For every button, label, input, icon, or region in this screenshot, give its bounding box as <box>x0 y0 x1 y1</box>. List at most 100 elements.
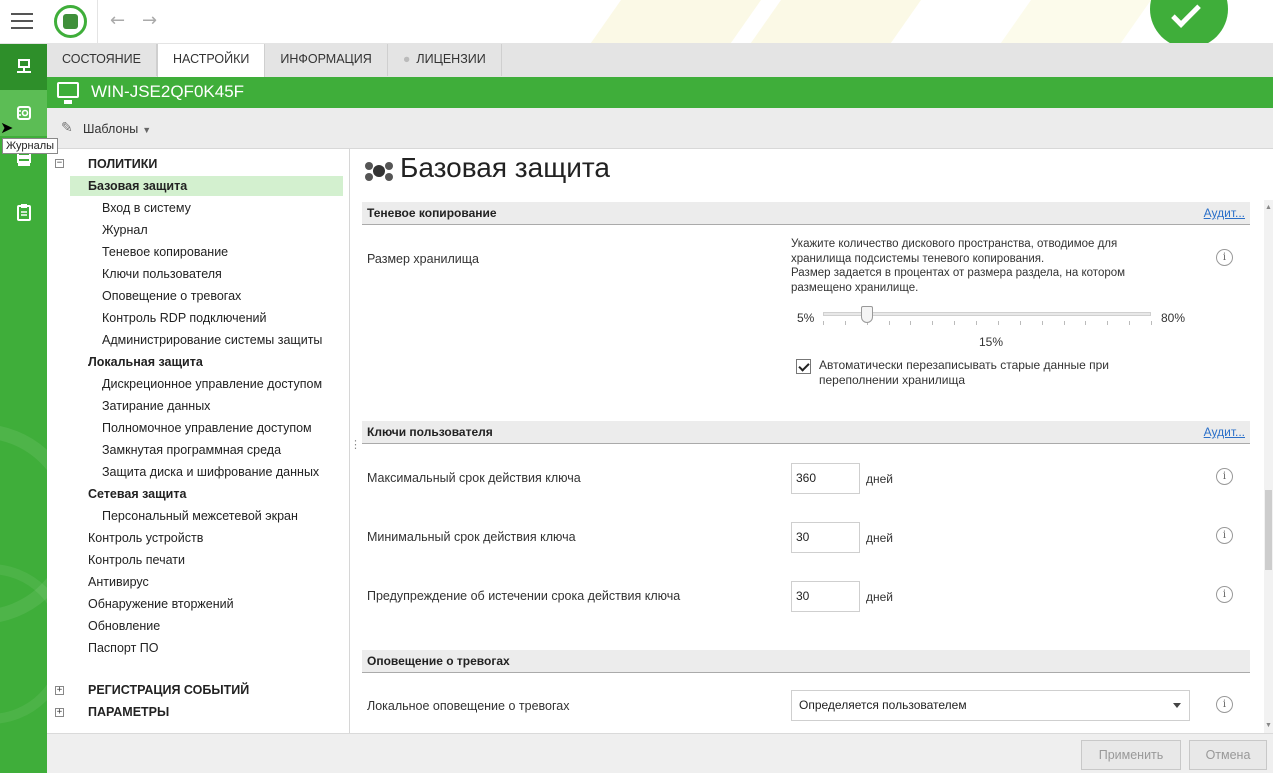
checkmark-icon <box>1171 0 1201 28</box>
slider-tick <box>1063 321 1065 325</box>
host-bar: WIN-JSE2QF0K45F <box>47 77 1273 108</box>
arrow-left-icon[interactable]: ← <box>110 10 125 31</box>
app-logo <box>54 5 87 38</box>
tree-item-journal[interactable]: Журнал <box>102 220 148 240</box>
tab-licenses[interactable]: ● ЛИЦЕНЗИИ <box>388 44 502 76</box>
slider-tick <box>932 321 934 325</box>
info-icon[interactable]: i <box>1216 527 1233 544</box>
splitter-grip-icon[interactable]: ⋮ <box>350 438 361 451</box>
tab-settings[interactable]: НАСТРОЙКИ <box>157 44 266 77</box>
slider-tick <box>954 321 956 325</box>
tree-item-print-control[interactable]: Контроль печати <box>88 550 185 570</box>
section-header-shadow-copy: Теневое копирование Аудит... <box>362 202 1250 225</box>
slider-tick <box>1041 321 1043 325</box>
key-expiry-warning-input[interactable]: 30 <box>791 581 860 612</box>
page-title: Базовая защита <box>400 152 610 183</box>
info-icon[interactable]: i <box>1216 249 1233 266</box>
cancel-button[interactable]: Отмена <box>1189 740 1267 770</box>
monitor-icon <box>57 82 79 104</box>
slider-tick <box>1019 321 1021 325</box>
expand-icon[interactable]: + <box>55 708 64 717</box>
scrollbar-thumb[interactable] <box>1265 490 1272 570</box>
hamburger-menu-icon[interactable] <box>11 13 33 29</box>
tree-item-local-protection[interactable]: Локальная защита <box>88 352 203 372</box>
slider-tick <box>910 321 912 325</box>
slider-tick <box>976 321 978 325</box>
policy-tree: − ПОЛИТИКИ Базовая защита Вход в систему… <box>47 149 350 733</box>
computer-network-icon <box>16 59 31 73</box>
scroll-up-icon[interactable]: ▲ <box>1265 204 1272 211</box>
local-alert-select[interactable]: Определяется пользователем <box>791 690 1190 721</box>
info-icon[interactable]: i <box>1216 468 1233 485</box>
slider-tick <box>1085 321 1087 325</box>
days-unit: дней <box>866 531 894 545</box>
tree-item-intrusion-detection[interactable]: Обнаружение вторжений <box>88 594 234 614</box>
key-expiry-warning-label: Предупреждение об истечении срока действ… <box>367 589 681 603</box>
overwrite-checkbox-label: Автоматически перезаписывать старые данн… <box>819 358 1109 387</box>
max-key-validity-input[interactable]: 360 <box>791 463 860 494</box>
tree-item-closed-environment[interactable]: Замкнутая программная среда <box>102 440 281 460</box>
chevron-down-icon <box>1173 703 1181 708</box>
scroll-down-icon[interactable]: ▼ <box>1265 722 1272 729</box>
expand-icon[interactable]: + <box>55 686 64 695</box>
tree-node-policies[interactable]: ПОЛИТИКИ <box>88 154 157 174</box>
tree-item-user-keys[interactable]: Ключи пользователя <box>102 264 222 284</box>
tree-item-device-control[interactable]: Контроль устройств <box>88 528 203 548</box>
tree-item-antivirus[interactable]: Антивирус <box>88 572 149 592</box>
rail-tooltip: Журналы <box>2 138 59 154</box>
arrow-right-icon[interactable]: → <box>142 10 157 31</box>
tree-item-update[interactable]: Обновление <box>88 616 160 636</box>
tab-information[interactable]: ИНФОРМАЦИЯ <box>265 44 388 76</box>
storage-description: Укажите количество дискового пространств… <box>791 238 1126 294</box>
min-key-validity-input[interactable]: 30 <box>791 522 860 553</box>
section-header-user-keys: Ключи пользователя Аудит... <box>362 421 1250 444</box>
rail-computer-button[interactable] <box>0 44 47 90</box>
tree-item-software-passport[interactable]: Паспорт ПО <box>88 638 159 658</box>
rail-clipboard-button[interactable] <box>0 189 47 235</box>
days-unit: дней <box>866 590 894 604</box>
slider-tick <box>997 321 999 325</box>
tree-item-data-wiping[interactable]: Затирание данных <box>102 396 210 416</box>
tree-item-disk-encryption[interactable]: Защита диска и шифрование данных <box>102 462 319 482</box>
watermark-decoration <box>0 564 47 724</box>
tree-item-login[interactable]: Вход в систему <box>102 198 191 218</box>
journals-icon <box>16 106 31 120</box>
divider <box>97 0 98 43</box>
tree-node-event-registration[interactable]: РЕГИСТРАЦИЯ СОБЫТИЙ <box>88 680 249 700</box>
overwrite-checkbox[interactable] <box>796 359 811 374</box>
tree-item-mandatory-access[interactable]: Полномочное управление доступом <box>102 418 312 438</box>
section-title: Теневое копирование <box>367 206 497 220</box>
days-unit: дней <box>866 472 894 486</box>
tree-item-alerts[interactable]: Оповещение о тревогах <box>102 286 241 306</box>
info-icon[interactable]: i <box>1216 696 1233 713</box>
apply-button[interactable]: Применить <box>1081 740 1181 770</box>
vertical-scrollbar[interactable]: ▲ ▼ <box>1264 200 1273 733</box>
slider-tick <box>844 321 846 325</box>
storage-slider-thumb[interactable] <box>861 306 873 323</box>
tree-item-discretionary-access[interactable]: Дискреционное управление доступом <box>102 374 322 394</box>
tab-status[interactable]: СОСТОЯНИЕ <box>47 44 157 76</box>
tree-item-basic-protection[interactable]: Базовая защита <box>70 176 343 196</box>
slider-tick <box>823 321 824 325</box>
slider-min-label: 5% <box>797 311 815 325</box>
info-icon[interactable]: i <box>1216 586 1233 603</box>
clipboard-icon <box>16 204 31 221</box>
tree-item-shadow-copy[interactable]: Теневое копирование <box>102 242 228 262</box>
max-key-validity-label: Максимальный срок действия ключа <box>367 471 581 485</box>
audit-link[interactable]: Аудит... <box>1204 206 1245 220</box>
templates-label: Шаблоны <box>83 122 139 136</box>
tree-item-network-protection[interactable]: Сетевая защита <box>88 484 186 504</box>
tree-item-administration[interactable]: Администрирование системы защиты <box>102 330 322 350</box>
local-alert-value: Определяется пользователем <box>799 698 967 712</box>
slider-tick <box>1107 321 1109 325</box>
tree-item-firewall[interactable]: Персональный межсетевой экран <box>102 506 298 526</box>
status-indicator[interactable] <box>1150 0 1228 43</box>
tree-node-parameters[interactable]: ПАРАМЕТРЫ <box>88 702 169 722</box>
tab-bar: СОСТОЯНИЕ НАСТРОЙКИ ИНФОРМАЦИЯ ● ЛИЦЕНЗИИ <box>47 44 1273 77</box>
tree-item-rdp-control[interactable]: Контроль RDP подключений <box>102 308 266 328</box>
settings-panel: Базовая защита Теневое копирование Аудит… <box>350 149 1273 733</box>
collapse-icon[interactable]: − <box>55 159 64 168</box>
audit-link[interactable]: Аудит... <box>1204 425 1245 439</box>
footer-bar: Применить Отмена <box>47 733 1273 773</box>
templates-dropdown[interactable]: Шаблоны ▼ <box>83 122 151 136</box>
